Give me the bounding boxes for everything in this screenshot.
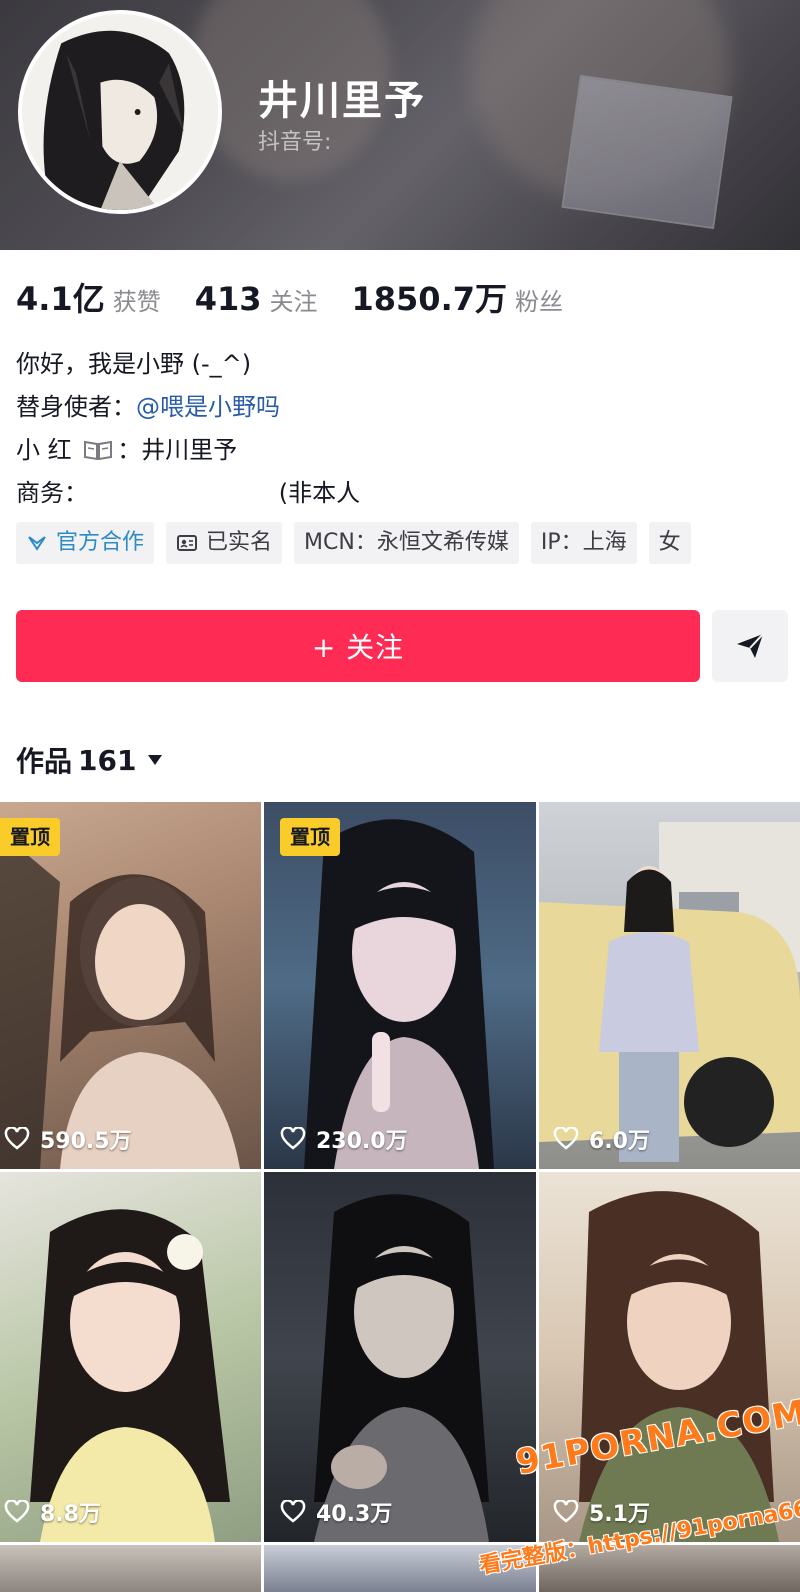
likes-count: 590.5万	[40, 1129, 132, 1154]
bio-line: 你好，我是小野 (-_^)	[16, 350, 252, 378]
tag-official-cooperation[interactable]: 官方合作	[16, 522, 155, 564]
video-tile[interactable]	[0, 1545, 261, 1592]
mention-link[interactable]: @喂是小野吗	[136, 393, 280, 421]
profile-stats: 4.1亿 获赞 413 关注 1850.7万 粉丝	[16, 274, 597, 320]
heart-icon	[4, 1127, 30, 1150]
bio-text: ：井川里予	[117, 436, 238, 464]
tag-gender: 女	[648, 522, 691, 564]
heart-icon	[280, 1127, 306, 1150]
profile-bio: 你好，我是小野 (-_^) 替身使者：@喂是小野吗 小 红 ：井川里予 商务： …	[16, 343, 360, 515]
tag-label: 女	[658, 530, 681, 555]
video-tile[interactable]: 6.0万	[539, 802, 800, 1169]
stat-value: 4.1亿	[16, 280, 105, 318]
stat-label: 粉丝	[515, 288, 563, 316]
video-tile[interactable]: 40.3万	[264, 1172, 536, 1542]
bio-text: 小 红	[16, 436, 72, 464]
video-thumbnail	[30, 1209, 230, 1542]
follow-button[interactable]: + 关注	[16, 610, 700, 682]
id-card-icon	[177, 535, 198, 551]
stat-label: 关注	[269, 288, 318, 316]
book-icon	[84, 440, 113, 461]
stat-label: 获赞	[112, 288, 161, 316]
heart-icon	[553, 1127, 579, 1150]
tag-label: IP：上海	[540, 530, 627, 555]
username: 井川里予	[258, 78, 426, 124]
tag-label: MCN：永恒文希传媒	[304, 530, 509, 555]
video-likes: 230.0万	[280, 1123, 408, 1155]
stat-likes[interactable]: 4.1亿 获赞	[16, 274, 161, 320]
stat-value: 1850.7万	[351, 280, 508, 318]
video-tile[interactable]: 8.8万	[0, 1172, 261, 1542]
works-tab[interactable]: 作品 161	[16, 740, 164, 780]
bio-line: 替身使者：@喂是小野吗	[16, 386, 360, 429]
works-count: 161	[78, 743, 137, 777]
bio-text: 替身使者：	[16, 393, 136, 421]
profile-tags: 官方合作 已实名 MCN：永恒文希传媒 IP：上海 女	[16, 522, 703, 564]
works-label: 作品	[16, 745, 73, 778]
video-thumbnail	[539, 822, 800, 1162]
stat-followers[interactable]: 1850.7万 粉丝	[352, 274, 564, 320]
tag-label: 官方合作	[56, 530, 145, 555]
video-likes: 590.5万	[4, 1123, 132, 1155]
video-tile[interactable]: 置顶 230.0万	[264, 802, 536, 1169]
likes-count: 8.8万	[40, 1502, 101, 1527]
avatar[interactable]	[18, 10, 222, 214]
likes-count: 230.0万	[316, 1129, 408, 1154]
likes-count: 40.3万	[316, 1502, 393, 1527]
video-thumbnail	[579, 1191, 779, 1542]
video-likes: 8.8万	[4, 1496, 101, 1528]
heart-icon	[4, 1500, 30, 1523]
video-thumbnail	[304, 819, 494, 1169]
tag-verified[interactable]: 已实名	[166, 522, 283, 564]
stat-value: 413	[194, 280, 262, 318]
video-tile[interactable]: 置顶 590.5万	[0, 802, 261, 1169]
pinned-badge: 置顶	[0, 818, 60, 856]
official-cooperation-icon	[28, 536, 46, 551]
tag-label: 已实名	[206, 530, 273, 555]
bio-line: 商务： (非本人	[16, 479, 361, 507]
caret-down-icon[interactable]	[146, 753, 164, 767]
douyin-id[interactable]: 抖音号:	[258, 124, 331, 156]
heart-icon	[280, 1500, 306, 1523]
avatar-illustration	[22, 14, 218, 210]
bio-line: 小 红 ：井川里予	[16, 429, 360, 472]
pinned-badge: 置顶	[280, 818, 340, 856]
heart-icon	[553, 1500, 579, 1523]
video-tile[interactable]: 5.1万	[539, 1172, 800, 1542]
video-likes: 40.3万	[280, 1496, 392, 1528]
send-icon	[737, 633, 764, 658]
profile-header: 井川里予 抖音号:	[0, 0, 800, 250]
video-likes: 6.0万	[553, 1123, 650, 1155]
video-thumbnail	[0, 832, 240, 1169]
video-thumbnail	[314, 1194, 489, 1542]
stat-following[interactable]: 413 关注	[195, 280, 318, 318]
tag-mcn[interactable]: MCN：永恒文希传媒	[294, 522, 519, 564]
tag-ip-location: IP：上海	[530, 522, 637, 564]
share-button[interactable]	[712, 610, 788, 682]
likes-count: 6.0万	[589, 1129, 650, 1154]
